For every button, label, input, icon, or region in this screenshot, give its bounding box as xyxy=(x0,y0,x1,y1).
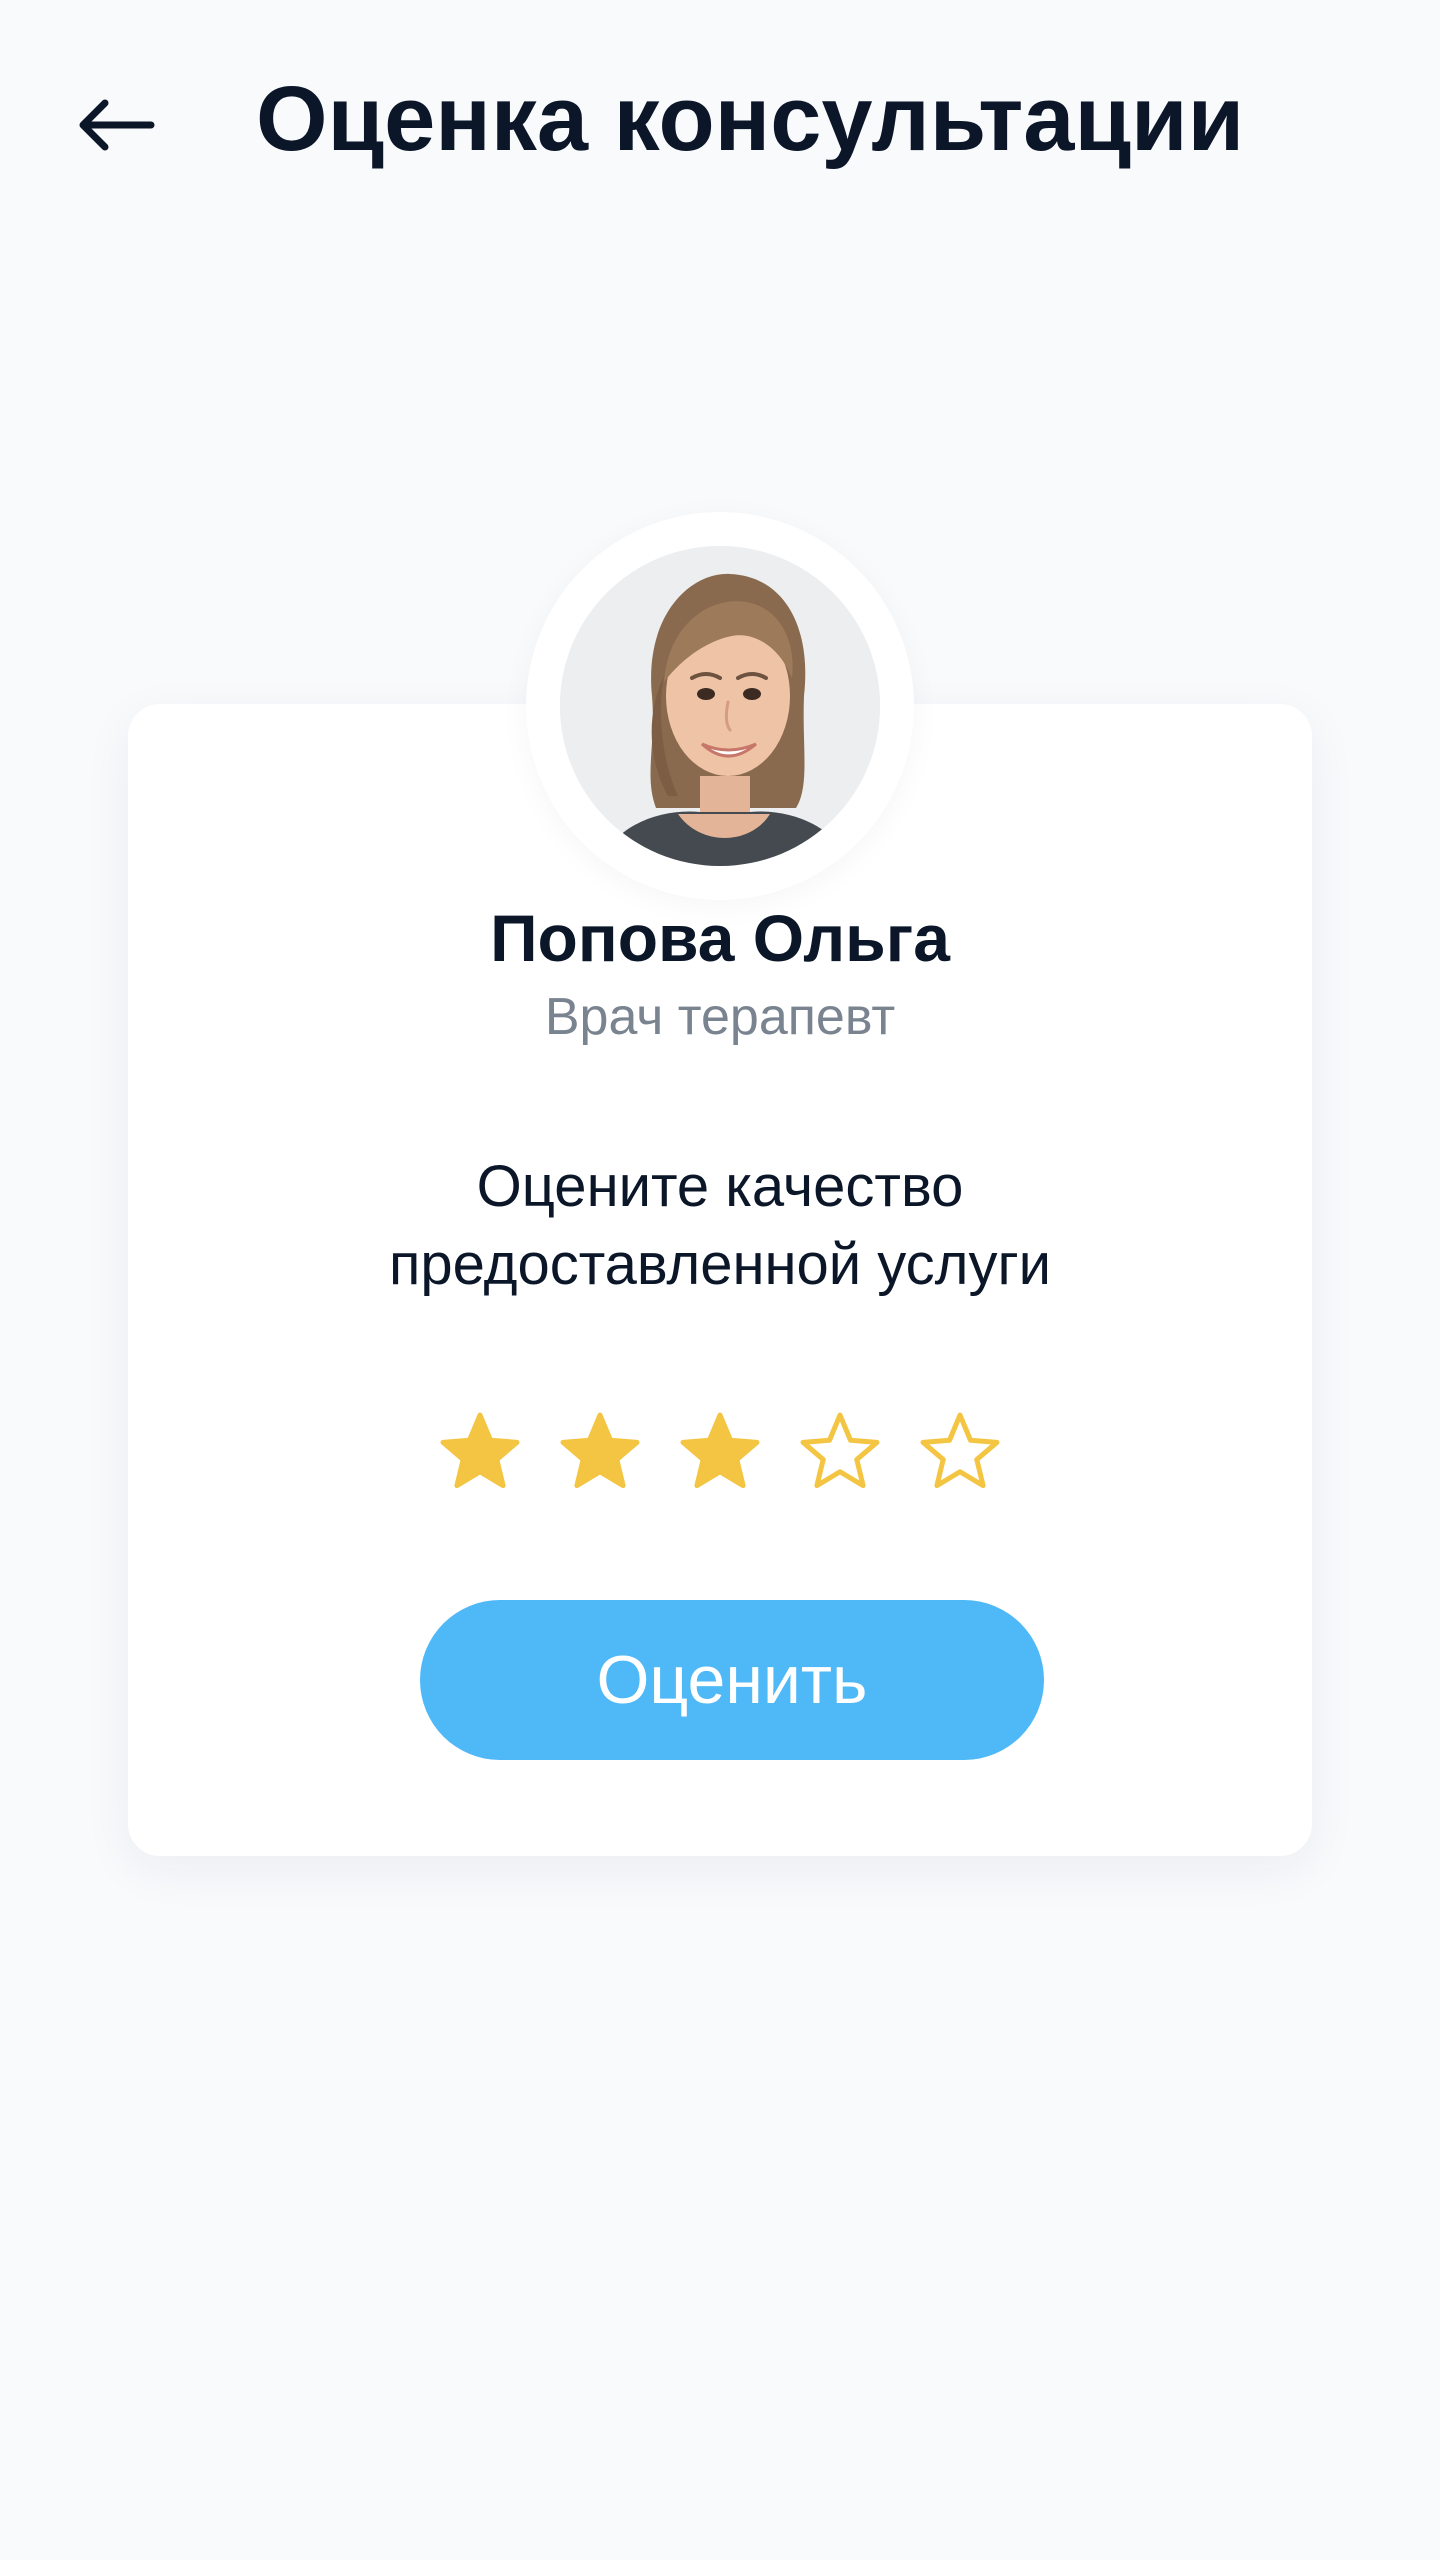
star-icon[interactable] xyxy=(678,1410,762,1494)
doctor-avatar xyxy=(560,546,880,866)
star-rating xyxy=(0,1410,1440,1502)
rating-prompt: Оцените качество предоставленной услуги xyxy=(0,1148,1440,1304)
arrow-left-icon xyxy=(79,99,155,151)
avatar-ring xyxy=(526,512,914,900)
star-icon[interactable] xyxy=(918,1410,1002,1494)
doctor-role: Врач терапевт xyxy=(544,988,896,1046)
header: Оценка консультации xyxy=(0,0,1440,240)
doctor-name: Попова Ольга xyxy=(490,901,950,975)
doctor-avatar-illustration xyxy=(560,546,880,866)
submit-rating-button[interactable]: Оценить xyxy=(420,1600,1044,1760)
rating-prompt-line1: Оцените качество xyxy=(476,1154,964,1219)
back-button[interactable] xyxy=(60,80,170,170)
star-icon[interactable] xyxy=(438,1410,522,1494)
star-icon[interactable] xyxy=(798,1410,882,1494)
rating-prompt-line2: предоставленной услуги xyxy=(388,1232,1052,1297)
star-icon[interactable] xyxy=(558,1410,642,1494)
page-title: Оценка консультации xyxy=(256,68,1245,170)
